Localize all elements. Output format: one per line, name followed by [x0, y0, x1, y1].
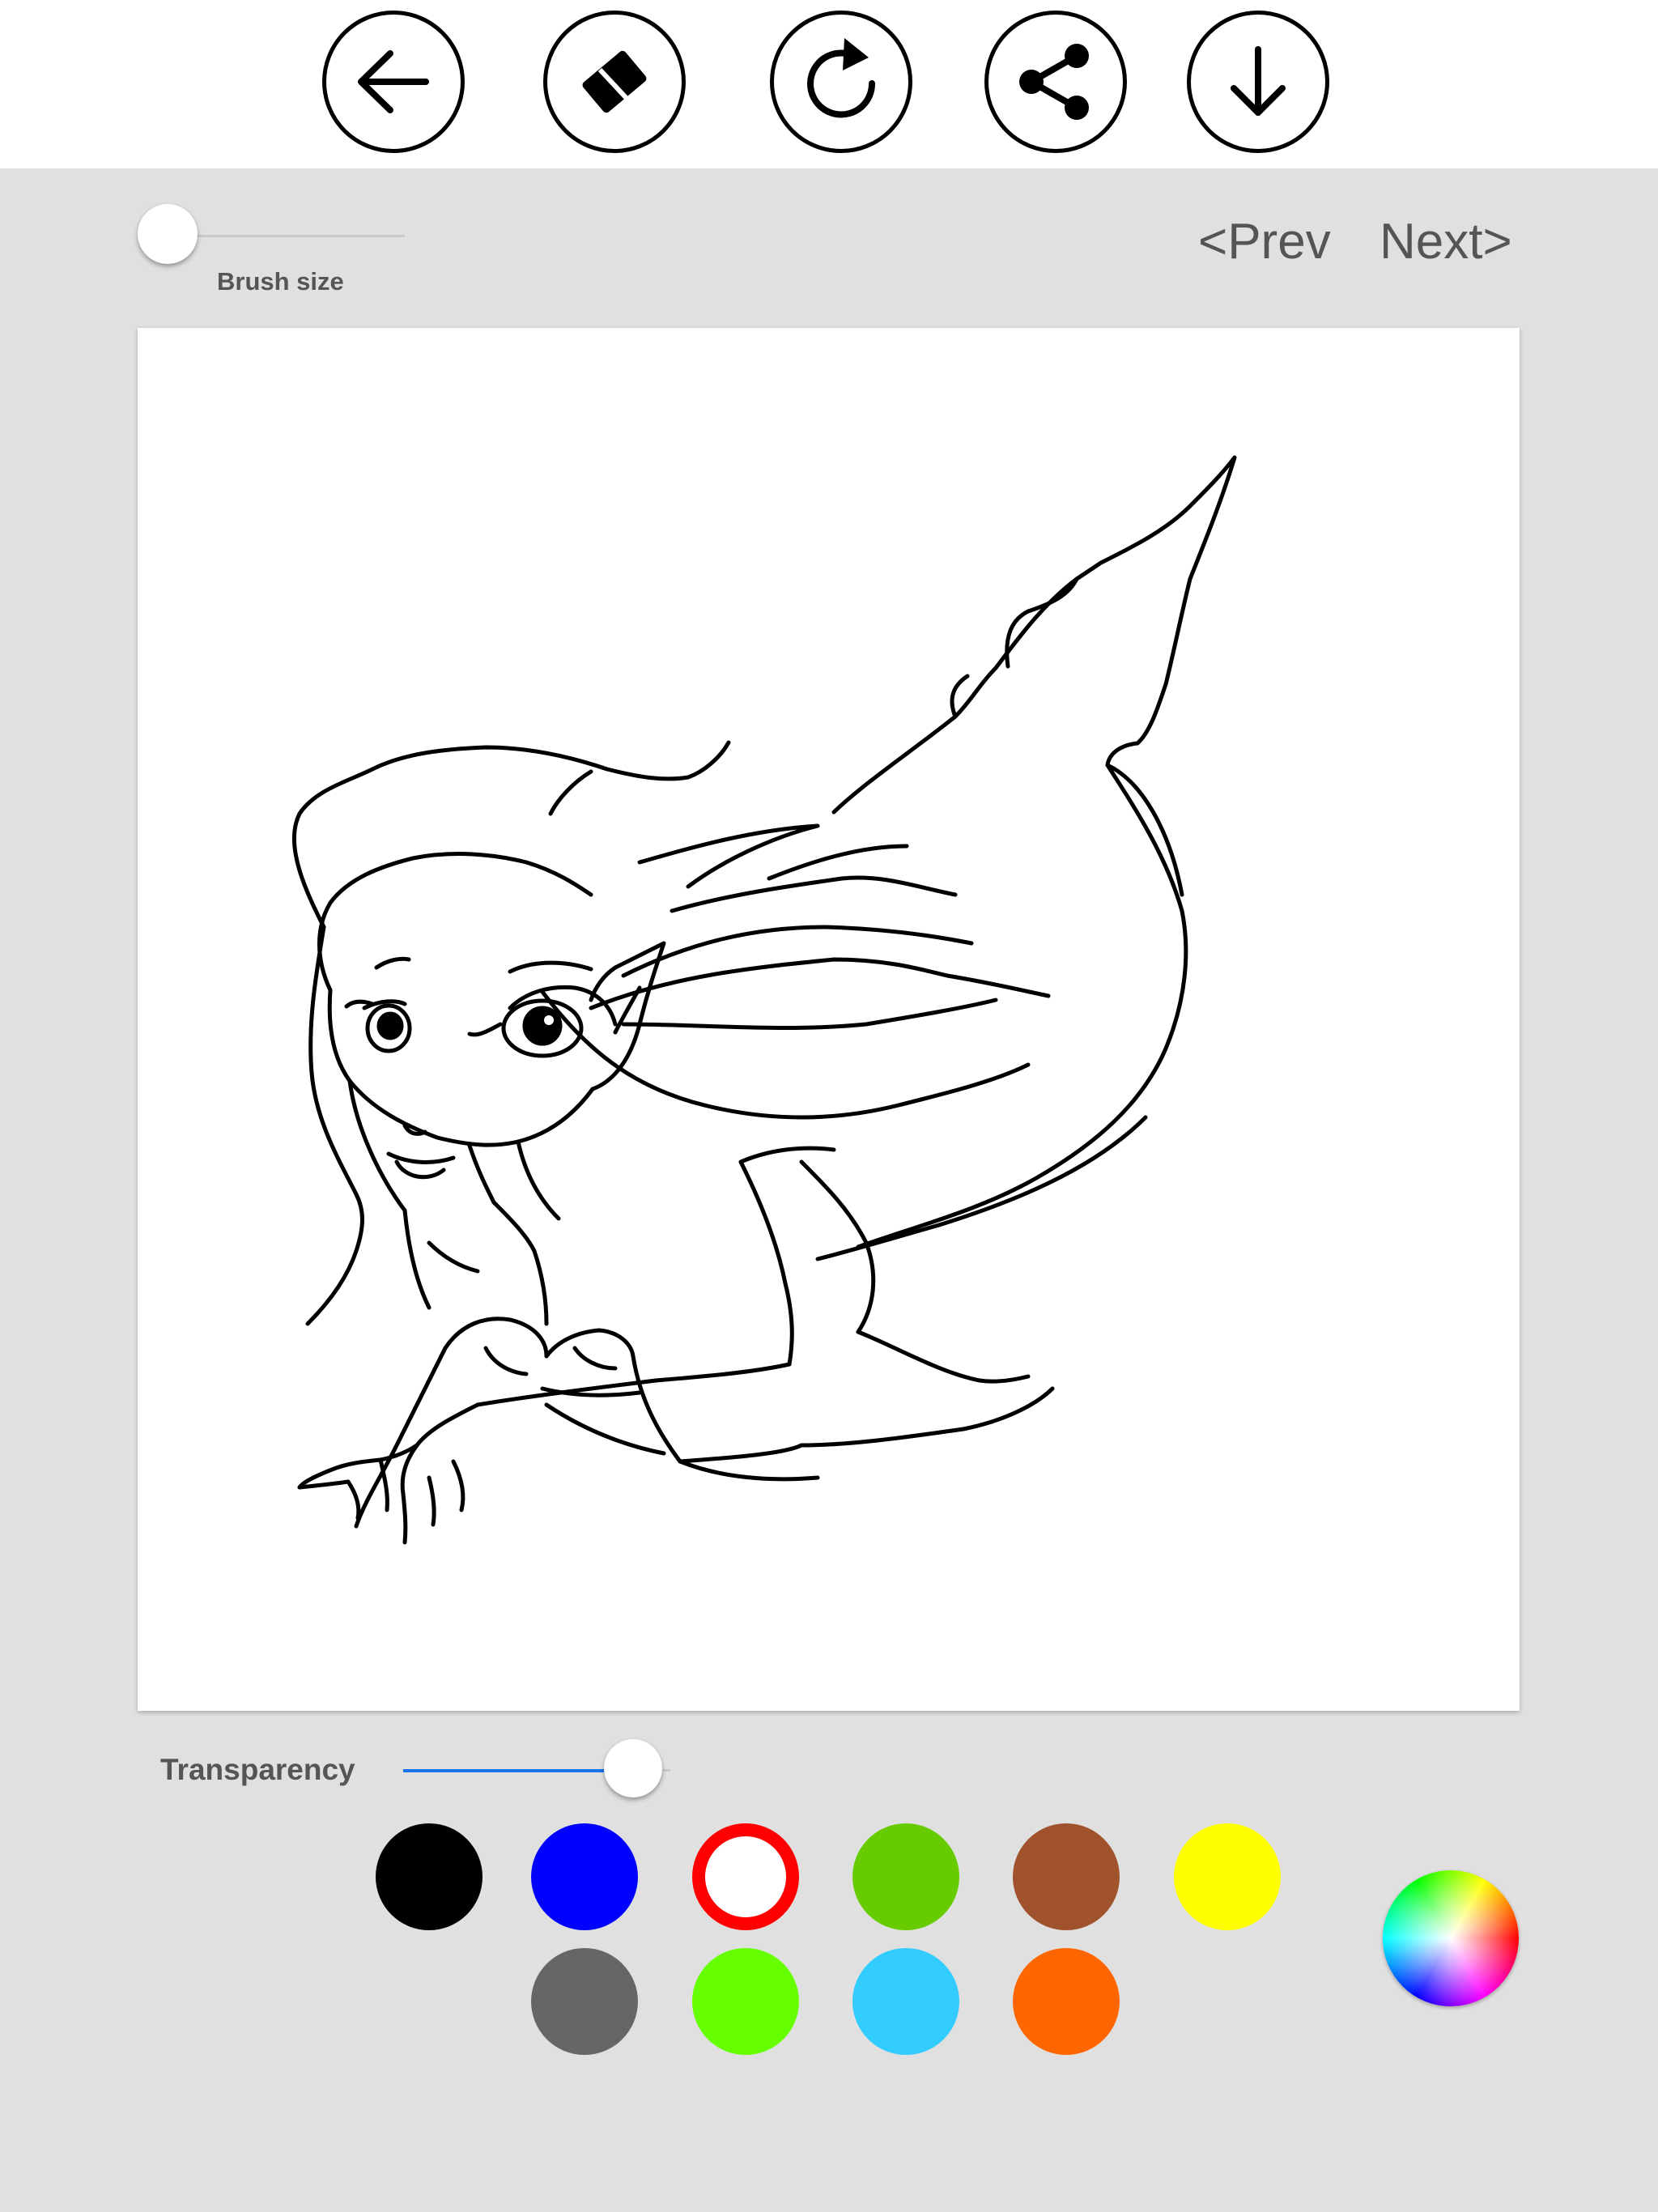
back-button[interactable]: [322, 11, 465, 153]
next-button[interactable]: Next>: [1380, 217, 1512, 267]
toolbar: [0, 0, 1658, 168]
eraser-icon: [582, 50, 647, 113]
color-wheel-icon[interactable]: [1383, 1870, 1519, 2006]
swatch-blue[interactable]: [531, 1823, 638, 1930]
swatch-light-blue[interactable]: [852, 1948, 959, 2055]
swatch-black[interactable]: [376, 1823, 483, 1930]
brush-size-slider[interactable]: [138, 202, 405, 267]
mermaid-outline-image: [291, 455, 1237, 1545]
rotate-clockwise-icon: [807, 38, 876, 118]
color-wheel-center: [1383, 1870, 1519, 2006]
swatch-white-selected[interactable]: [692, 1823, 799, 1930]
share-icon: [1019, 44, 1089, 120]
brush-size-label: Brush size: [217, 267, 344, 296]
arrow-left-icon: [358, 50, 429, 113]
share-button[interactable]: [984, 11, 1127, 153]
transparency-knob[interactable]: [604, 1739, 662, 1797]
swatch-brown[interactable]: [1013, 1823, 1120, 1930]
swatch-orange[interactable]: [1013, 1948, 1120, 2055]
redo-button[interactable]: [770, 11, 912, 153]
swatch-yellow[interactable]: [1174, 1823, 1281, 1930]
swatch-gray[interactable]: [531, 1948, 638, 2055]
swatch-green[interactable]: [852, 1823, 959, 1930]
transparency-label: Transparency: [160, 1753, 355, 1786]
swatch-lime[interactable]: [692, 1948, 799, 2055]
prev-button[interactable]: <Prev: [1198, 217, 1331, 267]
download-button[interactable]: [1187, 11, 1329, 153]
brush-size-knob[interactable]: [138, 204, 198, 264]
drawing-canvas[interactable]: [138, 328, 1520, 1711]
arrow-down-icon: [1231, 46, 1286, 116]
eraser-button[interactable]: [543, 11, 686, 153]
transparency-track-fill: [403, 1769, 633, 1772]
brush-size-track[interactable]: [170, 235, 405, 237]
transparency-slider[interactable]: [403, 1737, 678, 1802]
